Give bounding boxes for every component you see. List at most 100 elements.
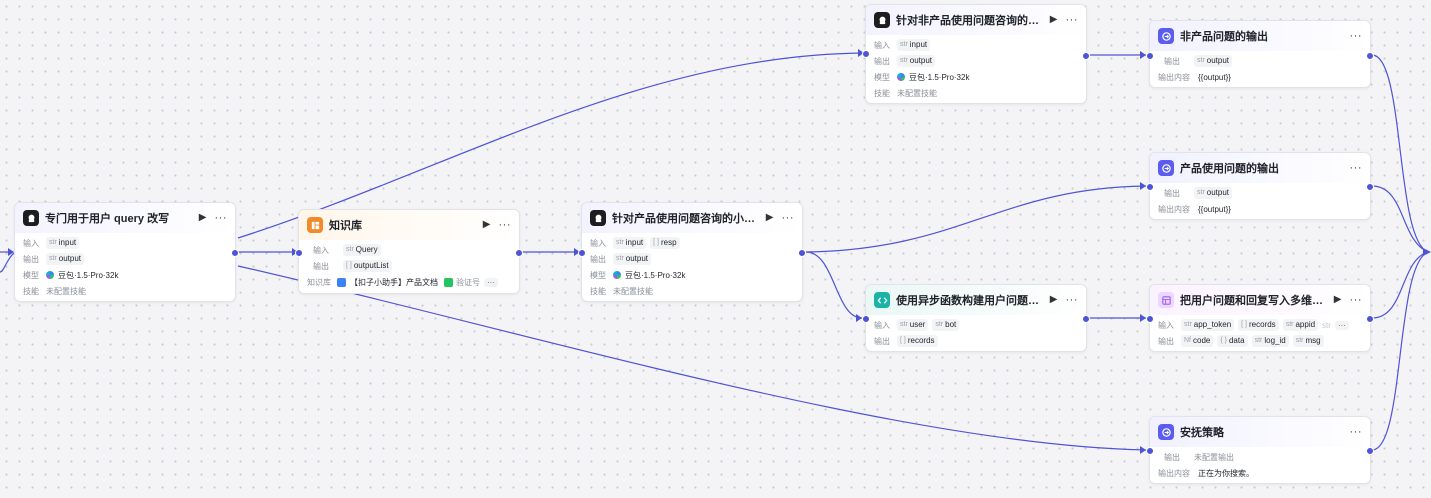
more-icon[interactable]: ··· bbox=[1350, 30, 1363, 42]
output-icon bbox=[1158, 424, 1174, 440]
input-row: 输入 str Query bbox=[307, 242, 511, 258]
skills-row: 技能 未配置技能 bbox=[874, 85, 1078, 101]
model-name: 豆包·1.5·Pro·32k bbox=[58, 270, 119, 280]
arrowhead bbox=[1423, 248, 1431, 256]
node-title: 使用异步函数构建用户问题和回复 bbox=[896, 295, 1043, 307]
more-icon[interactable]: ··· bbox=[1066, 294, 1079, 306]
node-code-build-records[interactable]: 使用异步函数构建用户问题和回复 ▶ ··· 输入 struser strbot … bbox=[862, 284, 1090, 352]
code-icon bbox=[874, 292, 890, 308]
output-port[interactable] bbox=[515, 249, 523, 257]
content-row: 输出内容 {{output}} bbox=[1158, 201, 1362, 217]
input-row: 输入 str user str bot bbox=[874, 317, 1078, 333]
node-output-nonproduct[interactable]: 非产品问题的输出 ··· 输出 str output 输出内容 {{output}… bbox=[1146, 20, 1374, 88]
node-product-assistant[interactable]: 针对产品使用问题咨询的小助手回答 ▶ ··· 输入 strinput [ ]re… bbox=[578, 202, 806, 302]
content-row: 输出内容 {{output}} bbox=[1158, 69, 1362, 85]
node-output-soothe[interactable]: 安抚策略 ··· 输出 未配置输出 输出内容 正在为你搜索。 bbox=[1146, 416, 1374, 484]
node-header: 产品使用问题的输出 ··· bbox=[1150, 153, 1370, 183]
var-tag: str output bbox=[1194, 187, 1233, 199]
input-port[interactable] bbox=[862, 50, 870, 58]
output-row: 输出 str output bbox=[1158, 185, 1362, 201]
run-icon[interactable]: ▶ bbox=[1050, 295, 1058, 305]
node-header: 专门用于用户 query 改写 ▶ ··· bbox=[15, 203, 235, 233]
more-icon[interactable]: ··· bbox=[1066, 14, 1079, 26]
node-knowledge-base[interactable]: 知识库 ▶ ··· 输入 str Query 输出 [ ] outputList 知… bbox=[295, 209, 523, 294]
run-icon[interactable]: ▶ bbox=[1050, 15, 1058, 25]
node-title: 针对非产品使用问题咨询的通用回答 bbox=[896, 15, 1043, 27]
content-label: 输出内容 bbox=[1158, 204, 1190, 214]
node-header: 针对产品使用问题咨询的小助手回答 ▶ ··· bbox=[582, 203, 802, 233]
node-plugin-bitable[interactable]: 把用户问题和回复写入多维表格 ▶ ··· 输入 str app_token [ ]… bbox=[1146, 284, 1374, 352]
skills-value: 未配置技能 bbox=[46, 286, 86, 296]
node-title: 专门用于用户 query 改写 bbox=[45, 213, 170, 225]
edge-plugin-to-end bbox=[1371, 251, 1429, 319]
run-icon[interactable]: ▶ bbox=[199, 213, 207, 223]
input-port[interactable] bbox=[578, 249, 586, 257]
input-port[interactable] bbox=[295, 249, 303, 257]
doubao-icon bbox=[46, 271, 54, 279]
output-label: 输出 bbox=[590, 254, 606, 264]
more-icon[interactable]: ··· bbox=[1350, 294, 1363, 306]
input-port[interactable] bbox=[1146, 52, 1154, 60]
var-tag: str Query bbox=[343, 244, 381, 256]
doubao-icon bbox=[613, 271, 621, 279]
llm-icon bbox=[590, 210, 606, 226]
run-icon[interactable]: ▶ bbox=[483, 220, 491, 230]
edge-product-to-out-product bbox=[805, 185, 1147, 253]
more-icon[interactable]: ··· bbox=[499, 219, 512, 231]
node-title: 知识库 bbox=[329, 220, 362, 232]
input-port[interactable] bbox=[862, 315, 870, 323]
node-title: 安抚策略 bbox=[1180, 427, 1224, 439]
output-row: 输出 [ ] records bbox=[874, 333, 1078, 349]
node-title: 把用户问题和回复写入多维表格 bbox=[1180, 295, 1327, 307]
more-icon[interactable]: ··· bbox=[782, 212, 795, 224]
skills-value: 未配置技能 bbox=[613, 286, 653, 296]
output-port[interactable] bbox=[1366, 315, 1374, 323]
node-output-product[interactable]: 产品使用问题的输出 ··· 输出 str output 输出内容 {{output… bbox=[1146, 152, 1374, 220]
run-icon[interactable]: ▶ bbox=[766, 213, 774, 223]
output-row: 输出 未配置输出 bbox=[1158, 449, 1362, 465]
more-icon[interactable]: ··· bbox=[1350, 426, 1363, 438]
skills-label: 技能 bbox=[874, 88, 890, 98]
more-icon[interactable]: ··· bbox=[1334, 320, 1349, 330]
edge-out-product-to-end bbox=[1371, 185, 1429, 253]
model-name: 豆包·1.5·Pro·32k bbox=[625, 270, 686, 280]
var-tag: [ ] outputList bbox=[343, 260, 392, 272]
node-header: 针对非产品使用问题咨询的通用回答 ▶ ··· bbox=[866, 5, 1086, 35]
input-port[interactable] bbox=[1146, 447, 1154, 455]
output-port[interactable] bbox=[1366, 52, 1374, 60]
node-title: 非产品问题的输出 bbox=[1180, 31, 1268, 43]
output-label: 输出 bbox=[313, 261, 329, 271]
more-icon[interactable]: ··· bbox=[1350, 162, 1363, 174]
node-query-rewrite[interactable]: 专门用于用户 query 改写 ▶ ··· 输入 str input 输出 str… bbox=[14, 202, 239, 302]
output-port[interactable] bbox=[1082, 52, 1090, 60]
output-port[interactable] bbox=[1366, 183, 1374, 191]
input-port[interactable] bbox=[1146, 315, 1154, 323]
var-tag: str input bbox=[897, 39, 931, 51]
output-label: 输出 bbox=[874, 56, 890, 66]
node-header: 知识库 ▶ ··· bbox=[299, 210, 519, 240]
content-value: 正在为你搜索。 bbox=[1198, 468, 1254, 478]
var-tag: str user bbox=[897, 319, 929, 331]
model-name: 豆包·1.5·Pro·32k bbox=[909, 72, 970, 82]
input-row: 输入 str input bbox=[23, 235, 227, 251]
node-header: 非产品问题的输出 ··· bbox=[1150, 21, 1370, 51]
var-tag: str log_id bbox=[1251, 335, 1289, 347]
edge-product-to-code bbox=[805, 251, 863, 319]
more-icon[interactable]: ··· bbox=[215, 212, 228, 224]
model-label: 模型 bbox=[874, 72, 890, 82]
more-icon[interactable]: ··· bbox=[484, 277, 498, 287]
output-port[interactable] bbox=[1366, 447, 1374, 455]
workflow-canvas[interactable]: 专门用于用户 query 改写 ▶ ··· 输入 str input 输出 str… bbox=[0, 0, 1431, 498]
run-icon[interactable]: ▶ bbox=[1334, 295, 1342, 305]
output-port[interactable] bbox=[231, 249, 239, 257]
input-row: 输入 str input bbox=[874, 37, 1078, 53]
output-port[interactable] bbox=[1082, 315, 1090, 323]
kb-item: 【扣子小助手】产品文档 bbox=[350, 277, 438, 287]
table-icon bbox=[1158, 292, 1174, 308]
node-nonproduct-general[interactable]: 针对非产品使用问题咨询的通用回答 ▶ ··· 输入 strinput 输出 st… bbox=[862, 4, 1090, 104]
document-icon bbox=[444, 277, 453, 287]
output-port[interactable] bbox=[798, 249, 806, 257]
edge-soothe-to-end bbox=[1371, 251, 1429, 451]
var-tag: { } data bbox=[1217, 335, 1248, 347]
input-port[interactable] bbox=[1146, 183, 1154, 191]
